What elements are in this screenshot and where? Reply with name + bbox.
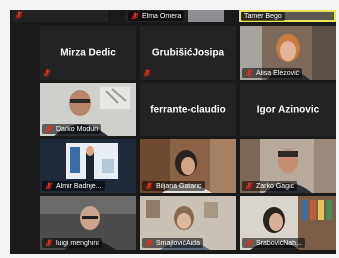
- participant-tile-elma-omera[interactable]: Elma Omera: [126, 10, 224, 22]
- participant-name-tag: Biljana Gataric: [142, 181, 205, 191]
- participant-name: Almir Badnje...: [56, 182, 102, 190]
- participant-name-tag: Elma Omera: [128, 11, 185, 21]
- participant-tile-luigi-menghini[interactable]: luigi menghini: [40, 196, 136, 250]
- participant-name: luigi menghini: [56, 239, 99, 247]
- participant-name-tag: Tamer Bego: [241, 12, 285, 21]
- participant-tile-alisa-elezovic[interactable]: Alisa Elezović: [240, 26, 336, 80]
- participant-tile-ferrante-claudio[interactable]: ferrante-claudio: [140, 83, 236, 136]
- video-gallery: Elma Omera Tamer Bego Mirza Dedic Grubiš…: [10, 10, 336, 254]
- participant-tile-srabovic-nah[interactable]: ŠrabovićNah...: [240, 196, 336, 250]
- participant-name-tag: Alisa Elezović: [242, 68, 303, 78]
- participant-name: Igor Azinovic: [256, 104, 320, 115]
- microphone-muted-icon: [245, 182, 253, 190]
- participant-name: Mirza Dedic: [60, 47, 116, 59]
- microphone-muted-icon: [143, 69, 151, 77]
- participant-name-tag: Žarko Gagić: [242, 181, 298, 191]
- participant-tile-biljana-gataric[interactable]: Biljana Gataric: [140, 139, 236, 193]
- participant-tile-grubisic-josipa[interactable]: GrubišićJosipa: [140, 26, 236, 80]
- participant-name-tag: Darko Modun: [42, 124, 102, 134]
- microphone-muted-icon: [245, 239, 253, 247]
- microphone-muted-icon: [15, 11, 23, 19]
- microphone-muted-icon: [45, 182, 53, 190]
- participant-name: Alisa Elezović: [256, 69, 300, 77]
- microphone-muted-icon: [145, 182, 153, 190]
- participant-name: Elma Omera: [142, 12, 182, 20]
- participant-tile-mirza-dedic[interactable]: Mirza Dedic: [40, 26, 136, 80]
- participant-tile-darko-modun[interactable]: Darko Modun: [40, 83, 136, 136]
- participant-tile-smajlovic-aida[interactable]: SmajlovićAida: [140, 196, 236, 250]
- participant-tile-zarko-gagic[interactable]: Žarko Gagić: [240, 139, 336, 193]
- participant-name-tag: Almir Badnje...: [42, 181, 105, 191]
- participant-name: Tamer Bego: [244, 13, 282, 20]
- participant-name: Žarko Gagić: [256, 182, 295, 190]
- microphone-muted-icon: [45, 125, 53, 133]
- microphone-muted-icon: [43, 69, 51, 77]
- microphone-muted-icon: [131, 12, 139, 20]
- participant-name: Darko Modun: [56, 125, 99, 133]
- participant-name: ŠrabovićNah...: [256, 239, 302, 247]
- participant-name-tag: luigi menghini: [42, 238, 102, 248]
- participant-tile-almir-badnje[interactable]: Almir Badnje...: [40, 139, 136, 193]
- participant-tile-igor-azinovic[interactable]: Igor Azinovic: [240, 83, 336, 136]
- participant-name-tag: ŠrabovićNah...: [242, 238, 305, 248]
- participant-tile-tamer-bego[interactable]: Tamer Bego: [239, 10, 336, 22]
- microphone-muted-icon: [45, 239, 53, 247]
- participant-name-tag: SmajlovićAida: [142, 238, 203, 248]
- participant-name: GrubišićJosipa: [151, 47, 225, 59]
- microphone-muted-icon: [145, 239, 153, 247]
- participant-name: Biljana Gataric: [156, 182, 202, 190]
- microphone-muted-icon: [245, 69, 253, 77]
- participant-tile-empty[interactable]: [12, 10, 108, 22]
- participant-name: ferrante-claudio: [150, 104, 226, 115]
- participant-name: SmajlovićAida: [156, 239, 200, 247]
